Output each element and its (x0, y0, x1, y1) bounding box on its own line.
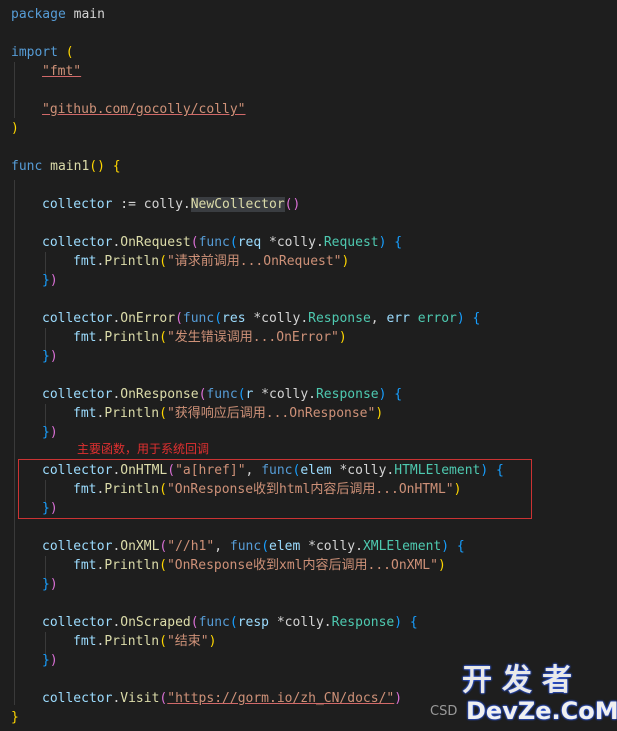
code-line-func-main1: func main1() { (11, 157, 121, 176)
param-type: Response (308, 311, 371, 326)
code-line-import-close: ) (11, 119, 19, 138)
bracket: () { (89, 159, 121, 174)
indent-guide (14, 62, 15, 118)
variable-collector: collector (42, 615, 113, 630)
annotation-label: 主要函数，用于系统回调 (77, 442, 210, 456)
method-name: OnRequest (120, 235, 191, 250)
method-name: OnError (120, 311, 176, 326)
code-line-close: }) (42, 653, 58, 668)
function-println: Println (104, 558, 160, 573)
code-line-visit: collector.Visit("https://gorm.io/zh_CN/d… (42, 691, 403, 706)
code-line-println: fmt.Println("发生错误调用...OnError") (73, 330, 347, 345)
code-line-println: fmt.Println("OnResponse收到xml内容后调用...OnXM… (73, 558, 446, 573)
code-line-onscraped: collector.OnScraped(func(resp *colly.Res… (42, 615, 418, 630)
keyword-func: func (229, 539, 262, 554)
param-name: elem (300, 463, 332, 478)
keyword-func: func (261, 463, 293, 478)
function-println: Println (104, 406, 160, 421)
indent-guide (14, 180, 15, 705)
bracket: ) (11, 121, 19, 136)
bracket: ( (65, 45, 74, 60)
function-println: Println (104, 330, 160, 345)
string-literal: "结束" (166, 634, 209, 649)
function-println: Println (104, 482, 160, 497)
param-name: res (222, 311, 246, 326)
method-name: OnXML (120, 539, 160, 554)
param-name: err (386, 311, 410, 326)
string-literal: "OnResponse收到xml内容后调用...OnXML" (166, 558, 438, 573)
variable-collector: collector (42, 311, 113, 326)
watermark-brand-logo: 开发者 (462, 663, 582, 698)
code-line-onxml: collector.OnXML("//h1", func(elem *colly… (42, 539, 465, 554)
string-literal: "OnResponse收到html内容后调用...OnHTML" (166, 482, 454, 497)
keyword-func: func (198, 235, 230, 250)
variable-collector: collector (42, 691, 113, 706)
keyword-func: func (11, 159, 43, 174)
method-name: OnResponse (120, 387, 199, 402)
param-type: Response (315, 387, 379, 402)
param-type: error (417, 311, 457, 326)
function-name: main1 (50, 159, 90, 174)
param-type: XMLElement (362, 539, 442, 554)
param-name: req (237, 235, 262, 250)
code-line-func-close: } (11, 708, 19, 727)
keyword-package: package (11, 7, 66, 22)
code-line-println: fmt.Println("结束") (73, 634, 217, 649)
method-name: Visit (120, 691, 160, 706)
code-line-close: }) (42, 577, 58, 592)
variable-collector: collector (42, 387, 113, 402)
package-name: main (73, 7, 105, 22)
assign-operator: := (112, 197, 144, 212)
import-path-string: "fmt" (42, 64, 82, 79)
package-ref: colly. (143, 197, 191, 212)
string-literal: "//h1" (167, 539, 215, 554)
param-type: Request (323, 235, 379, 250)
method-name: OnHTML (120, 463, 168, 478)
string-literal: "获得响应后调用...OnResponse" (166, 406, 376, 421)
variable-collector: collector (42, 235, 113, 250)
code-line-println: fmt.Println("获得响应后调用...OnResponse") (73, 406, 384, 421)
code-line-import-colly: "github.com/gocolly/colly" (42, 100, 246, 119)
function-call-newcollector: NewCollector (190, 197, 285, 212)
code-line-close: }) (42, 501, 58, 516)
function-println: Println (104, 254, 160, 269)
url-string-literal: "https://gorm.io/zh_CN/docs/" (167, 691, 395, 706)
keyword-func: func (206, 387, 238, 402)
variable-collector: collector (42, 197, 113, 212)
keyword-import: import (11, 45, 58, 60)
code-line-package: package main (11, 5, 105, 24)
bracket: } (11, 710, 19, 725)
keyword-func: func (198, 615, 230, 630)
code-line-close: }) (42, 273, 58, 288)
watermark-domain-logo: DevZe.CoM (466, 697, 617, 725)
string-literal: "发生错误调用...OnError" (166, 330, 339, 345)
method-name: OnScraped (120, 615, 191, 630)
variable-collector: collector (42, 539, 113, 554)
code-line-import-fmt: "fmt" (42, 62, 81, 81)
watermark-csdn: CSD (430, 704, 458, 719)
string-literal: "请求前调用...OnRequest" (166, 254, 342, 269)
code-line-onresponse: collector.OnResponse(func(r *colly.Respo… (42, 387, 403, 402)
param-name: elem (269, 539, 301, 554)
code-line-println: fmt.Println("请求前调用...OnRequest") (73, 254, 350, 269)
code-line-close: }) (42, 425, 58, 440)
code-line-onrequest: collector.OnRequest(func(req *colly.Requ… (42, 235, 403, 250)
function-println: Println (104, 634, 160, 649)
code-line-println: fmt.Println("OnResponse收到html内容后调用...OnH… (73, 482, 462, 497)
param-type: Response (331, 615, 395, 630)
param-type: HTMLElement (394, 463, 481, 478)
code-line-new-collector: collector := colly.NewCollector() (42, 195, 300, 214)
code-line-onerror: collector.OnError(func(res *colly.Respon… (42, 311, 481, 326)
bracket: () (284, 197, 301, 212)
param-name: r (245, 387, 254, 402)
keyword-func: func (182, 311, 215, 326)
code-line-import: import ( (11, 43, 74, 62)
param-name: resp (237, 615, 270, 630)
code-line-close: }) (42, 349, 58, 364)
code-editor[interactable]: package main import ( "fmt" "github.com/… (0, 0, 617, 731)
import-path-string: "github.com/gocolly/colly" (42, 102, 246, 117)
code-line-onhtml: collector.OnHTML("a[href]", func(elem *c… (42, 463, 504, 478)
string-literal: "a[href]" (175, 463, 246, 478)
variable-collector: collector (42, 463, 113, 478)
